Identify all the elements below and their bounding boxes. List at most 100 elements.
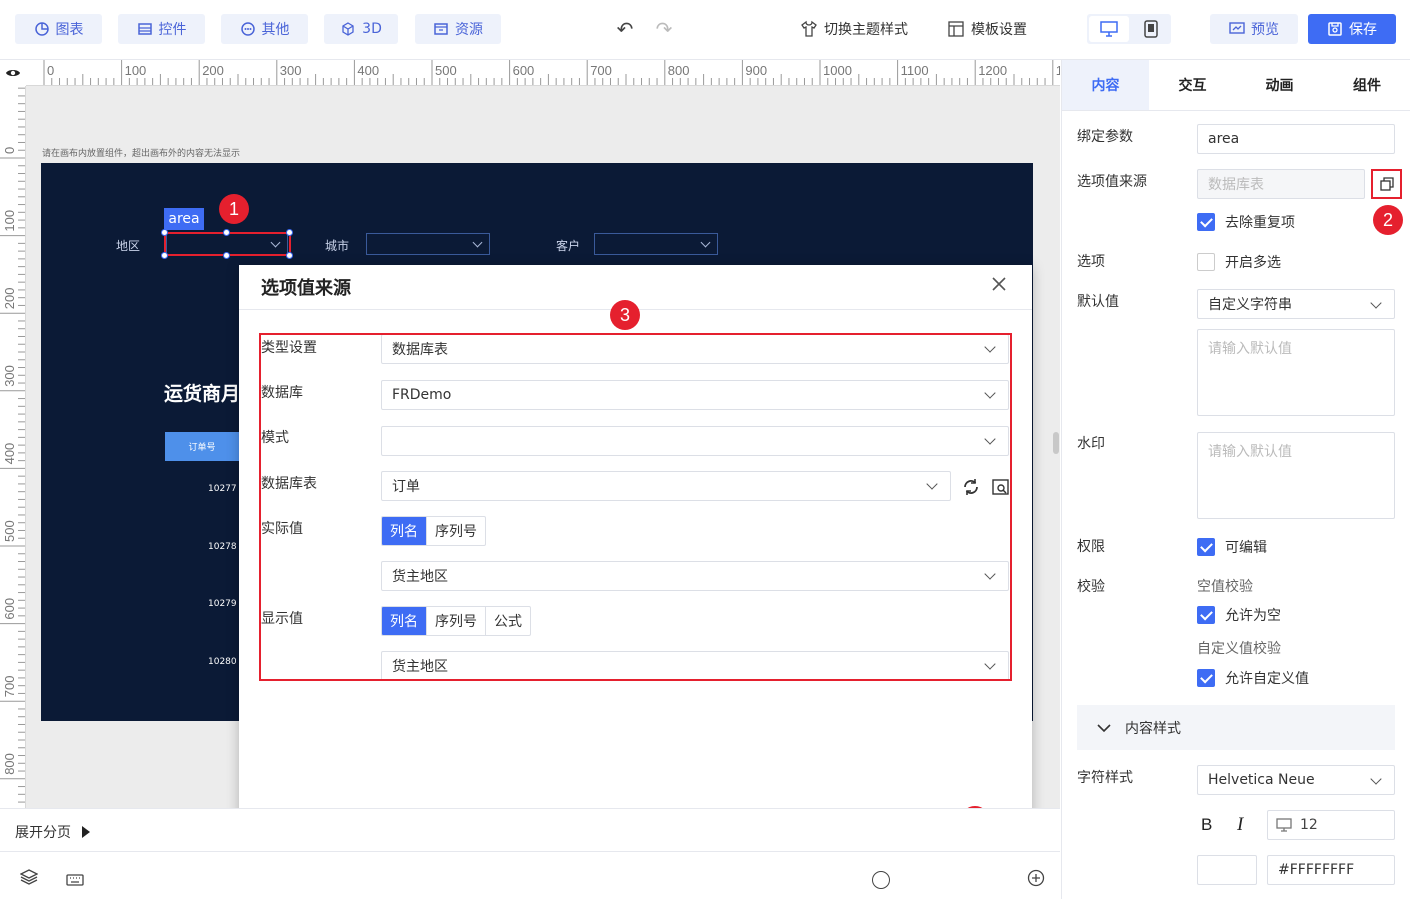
zoom-in-button[interactable] <box>1027 869 1045 891</box>
checkbox-checked-icon <box>1197 669 1215 687</box>
redo-icon[interactable]: ↷ <box>651 16 677 42</box>
allow-empty-checkbox[interactable]: 允许为空 <box>1197 605 1281 625</box>
editable-label: 可编辑 <box>1225 540 1267 556</box>
ruler-ticks-vertical: 0 100 200 300 400 500 600 700 800 <box>0 87 25 803</box>
3d-button-label: 3D <box>362 21 382 37</box>
phone-icon <box>1144 20 1158 38</box>
bold-button[interactable]: B <box>1201 815 1212 835</box>
table-cell-order: 10278 <box>208 542 237 552</box>
allow-empty-label: 允许为空 <box>1225 608 1281 624</box>
ruler-label: 300 <box>2 365 17 387</box>
table-cell-order: 10279 <box>208 599 237 609</box>
color-swatch[interactable] <box>1197 855 1257 885</box>
template-settings-label: 模板设置 <box>971 22 1027 38</box>
bottom-divider <box>0 851 1060 852</box>
ruler-label: 1 <box>1056 63 1060 78</box>
preview-button[interactable]: 预览 <box>1210 14 1298 44</box>
tab-interaction[interactable]: 交互 <box>1149 60 1236 110</box>
zoom-out-icon[interactable] <box>872 871 890 889</box>
ruler-label: 400 <box>2 443 17 465</box>
keyboard-button[interactable] <box>66 871 84 890</box>
switch-theme-label: 切换主题样式 <box>824 22 908 38</box>
resize-handle[interactable] <box>286 252 293 259</box>
ruler-label: 800 <box>2 753 17 775</box>
caret-right-icon <box>82 826 90 838</box>
resize-handle[interactable] <box>161 229 168 236</box>
ruler-label: 0 <box>47 63 54 78</box>
city-select[interactable] <box>366 233 490 255</box>
undo-icon[interactable]: ↶ <box>612 16 638 42</box>
dialog-title: 选项值来源 <box>261 278 351 299</box>
content-style-label: 内容样式 <box>1125 720 1181 737</box>
resize-handle[interactable] <box>161 252 168 259</box>
preview-icon <box>1229 22 1245 34</box>
italic-button[interactable]: I <box>1237 814 1243 836</box>
checkbox-checked-icon <box>1197 213 1215 231</box>
chevron-down-icon <box>1370 297 1382 309</box>
customer-select[interactable] <box>594 233 718 255</box>
ruler-label: 1100 <box>901 63 929 78</box>
copy-icon <box>1379 177 1394 191</box>
content-style-section[interactable]: 内容样式 <box>1077 705 1395 750</box>
ruler-label: 200 <box>2 287 17 309</box>
tab-animation[interactable]: 动画 <box>1236 60 1323 110</box>
resize-handle[interactable] <box>223 252 230 259</box>
table-cell-order: 10280 <box>208 657 237 667</box>
editable-checkbox[interactable]: 可编辑 <box>1197 537 1267 557</box>
watermark-textarea[interactable]: 请输入默认值 <box>1197 432 1395 519</box>
layers-icon <box>19 869 39 885</box>
save-label: 保存 <box>1349 22 1377 38</box>
mobile-mode-button[interactable] <box>1133 16 1169 42</box>
preview-label: 预览 <box>1251 22 1279 38</box>
ruler-label: 600 <box>513 63 535 78</box>
folder-icon <box>434 23 448 35</box>
allow-custom-label: 允许自定义值 <box>1225 671 1309 687</box>
zoom-in-icon <box>1027 869 1045 887</box>
ruler-label: 800 <box>668 63 690 78</box>
dedupe-checkbox[interactable]: 去除重复项 <box>1197 212 1295 232</box>
ruler-label: 100 <box>2 210 17 232</box>
ruler-label: 600 <box>2 598 17 620</box>
layers-button[interactable] <box>19 869 39 889</box>
resize-handle[interactable] <box>223 229 230 236</box>
table-header: 订单号 <box>165 432 239 461</box>
bind-param-input[interactable]: area <box>1197 124 1395 154</box>
option-source-edit-button[interactable] <box>1371 169 1402 199</box>
template-settings-button[interactable]: 模板设置 <box>947 14 1027 44</box>
allow-custom-checkbox[interactable]: 允许自定义值 <box>1197 668 1309 688</box>
widget-icon <box>137 23 152 35</box>
other-button[interactable]: 其他 <box>221 14 308 44</box>
dashboard-title: 运货商月 <box>164 383 241 405</box>
ruler-label: 700 <box>2 675 17 697</box>
bind-param-label: 绑定参数 <box>1077 129 1133 145</box>
default-value-textarea[interactable]: 请输入默认值 <box>1197 329 1395 416</box>
multi-select-checkbox[interactable]: 开启多选 <box>1197 252 1281 272</box>
switch-theme-button[interactable]: 切换主题样式 <box>800 14 908 44</box>
widget-button[interactable]: 控件 <box>118 14 205 44</box>
close-button[interactable] <box>988 273 1010 295</box>
expand-pages-button[interactable]: 展开分页 <box>15 822 91 842</box>
canvas-scrollbar[interactable] <box>1053 432 1059 454</box>
resource-button[interactable]: 资源 <box>415 14 501 44</box>
visibility-toggle[interactable] <box>0 60 26 86</box>
chart-button[interactable]: 图表 <box>15 14 102 44</box>
resize-handle[interactable] <box>286 229 293 236</box>
font-size-input[interactable]: 12 <box>1267 810 1395 840</box>
3d-button[interactable]: 3D <box>324 14 398 44</box>
tab-component[interactable]: 组件 <box>1323 60 1410 110</box>
expand-pages-label: 展开分页 <box>15 825 71 841</box>
default-type-select[interactable]: 自定义字符串 <box>1197 289 1395 319</box>
color-input[interactable]: #FFFFFFFF <box>1267 855 1395 885</box>
save-button[interactable]: 保存 <box>1308 14 1396 44</box>
shirt-icon <box>801 20 817 37</box>
desktop-mode-button[interactable] <box>1089 16 1129 42</box>
option-source-label: 选项值来源 <box>1077 174 1147 190</box>
monitor-icon <box>1276 818 1292 832</box>
tab-content[interactable]: 内容 <box>1062 60 1149 110</box>
ruler-label: 0 <box>2 147 17 154</box>
ruler-label: 900 <box>745 63 767 78</box>
chevron-down-icon <box>1097 723 1111 732</box>
font-family-select[interactable]: Helvetica Neue <box>1197 765 1395 795</box>
canvas-hint: 请在画布内放置组件，超出画布外的内容无法显示 <box>42 149 241 159</box>
checkbox-checked-icon <box>1197 538 1215 556</box>
